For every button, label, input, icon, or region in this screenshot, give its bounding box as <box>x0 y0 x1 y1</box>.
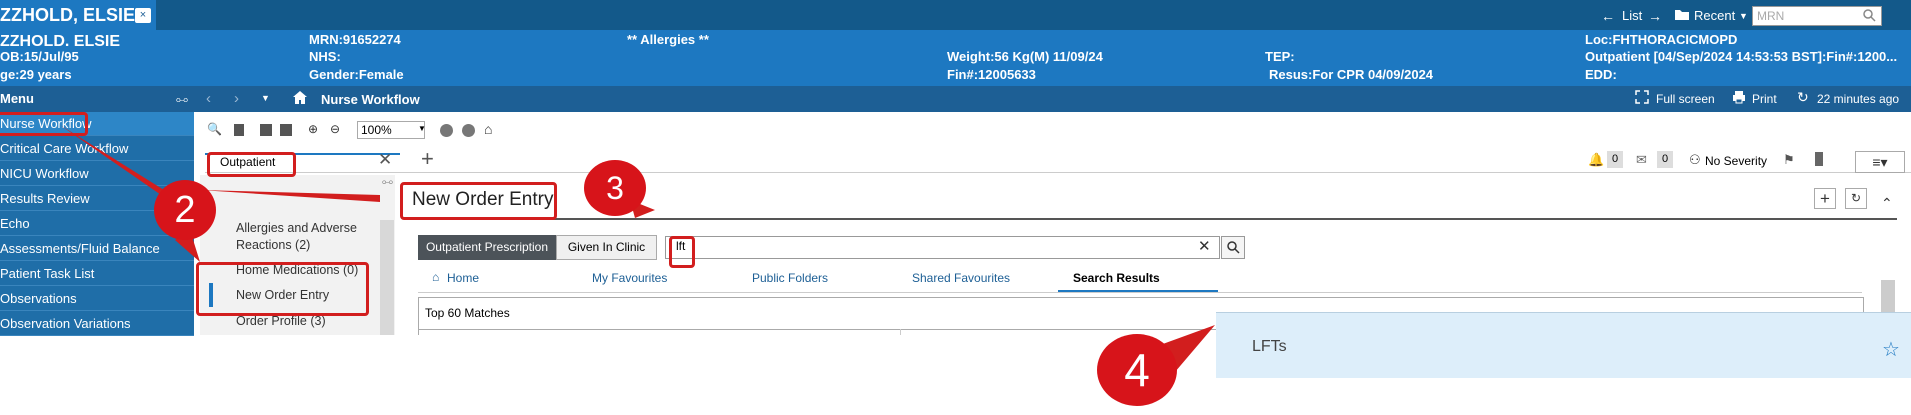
step-badge-4: 4 <box>1097 334 1177 406</box>
annotation-arrows <box>60 125 1215 372</box>
step-badge-2: 2 <box>154 180 216 240</box>
arrow-to-order-entry <box>200 190 380 202</box>
step-badge-3: 3 <box>584 160 646 216</box>
